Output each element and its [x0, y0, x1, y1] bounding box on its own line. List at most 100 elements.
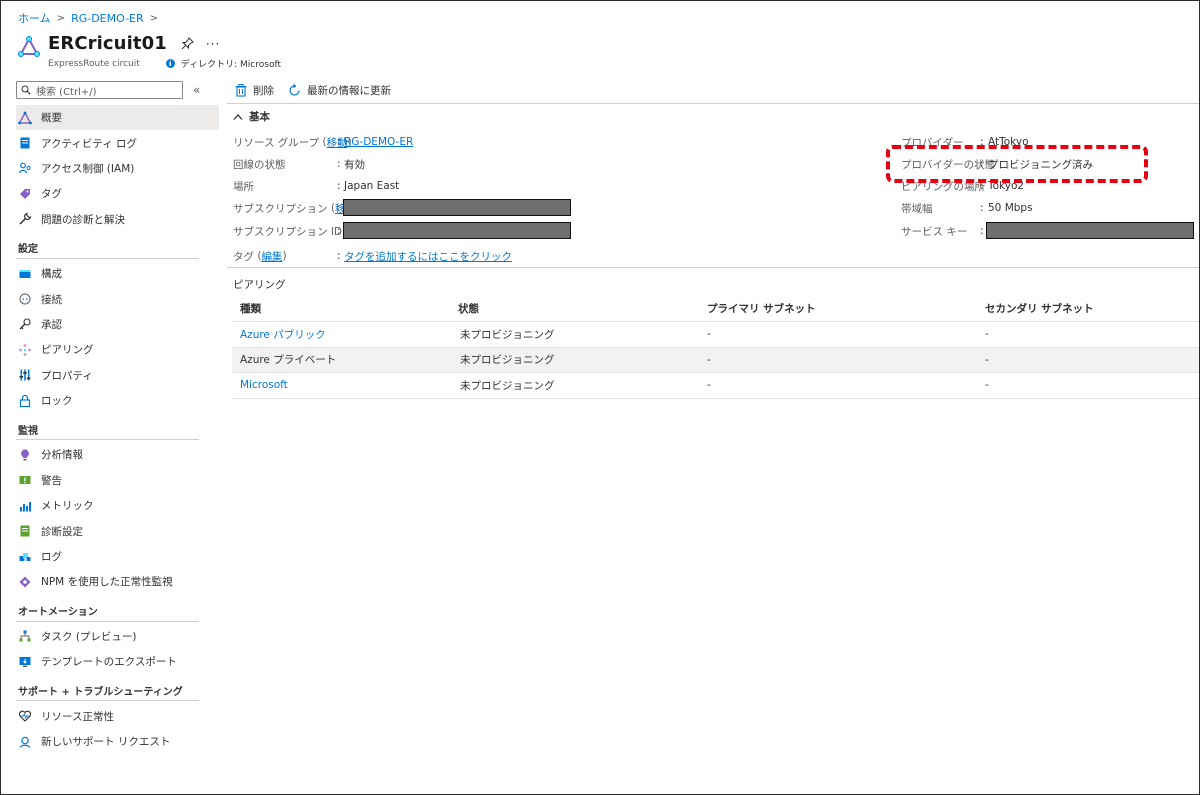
directory-info: i ディレクトリ: Microsoft [165, 57, 281, 70]
sidebar-item-authorizations[interactable]: 承認 [16, 312, 216, 337]
colon: : [980, 202, 984, 214]
sidebar-item-label: 警告 [41, 474, 62, 487]
peering-status: 未プロビジョニング [460, 354, 555, 367]
colon: : [980, 225, 984, 237]
collapse-sidebar-icon[interactable]: « [193, 83, 200, 97]
sidebar-item-label: 承認 [41, 318, 62, 331]
tags-row: タグ (編集) : タグを追加するにはここをクリック [233, 249, 512, 264]
delete-button[interactable]: 削除 [235, 83, 274, 98]
breadcrumb-separator: > [149, 12, 159, 24]
sidebar-item-properties[interactable]: プロパティ [16, 363, 216, 388]
colon: : [337, 202, 341, 214]
sidebar-item-overview[interactable]: 概要 [16, 105, 219, 131]
search-icon [21, 85, 31, 95]
peering-type-link[interactable]: Azure プライベート [240, 348, 336, 373]
peering-title: ピアリング [233, 279, 286, 291]
breadcrumb: ホーム > RG-DEMO-ER > [18, 10, 158, 26]
column-header-type[interactable]: 種類 [240, 295, 261, 321]
subscription-label: サブスクリプション [233, 202, 328, 215]
command-divider [227, 103, 1199, 104]
wrench-icon [19, 213, 32, 225]
tags-edit-link[interactable]: 編集 [261, 249, 282, 264]
column-header-status[interactable]: 状態 [458, 295, 479, 321]
sidebar-item-insights[interactable]: 分析情報 [16, 442, 216, 467]
sidebar-item-configuration[interactable]: 構成 [16, 261, 216, 286]
sidebar-item-label: タスク (プレビュー) [41, 630, 137, 643]
sidebar-item-label: タグ [41, 188, 62, 201]
properties-icon [19, 369, 31, 381]
sidebar-item-label: 構成 [41, 268, 62, 281]
location-value: Japan East [344, 180, 400, 192]
peering-type-link[interactable]: Microsoft [240, 373, 288, 398]
sidebar-item-label: 接続 [41, 293, 62, 306]
metrics-icon [20, 501, 31, 512]
breadcrumb-resource-group[interactable]: RG-DEMO-ER [71, 12, 144, 25]
sidebar-item-tasks[interactable]: タスク (プレビュー) [16, 624, 216, 649]
essentials-toggle[interactable]: 基本 [233, 109, 270, 124]
refresh-button[interactable]: 最新の情報に更新 [288, 83, 391, 98]
sidebar-item-logs[interactable]: ログ [16, 544, 216, 569]
peering-secondary-subnet: - [985, 353, 989, 366]
section-settings: 設定 [16, 238, 199, 259]
bandwidth-row: 帯域幅 : 50 Mbps [901, 201, 1033, 215]
table-row[interactable]: Azure パブリック 未プロビジョニング - - [232, 322, 1199, 348]
essentials-divider [227, 267, 1199, 268]
search-input[interactable]: 検索 (Ctrl+/) [16, 81, 183, 99]
sidebar-item-label: ピアリング [41, 344, 94, 357]
subscription-id-label: サブスクリプション ID [233, 225, 343, 238]
breadcrumb-home[interactable]: ホーム [18, 10, 51, 26]
sidebar-item-support-request[interactable]: 新しいサポート リクエスト [16, 729, 216, 754]
table-row[interactable]: Microsoft 未プロビジョニング - - [232, 373, 1199, 399]
pin-icon[interactable] [181, 37, 194, 50]
page-title: ERCricuit01 [48, 33, 167, 54]
sidebar-item-alerts[interactable]: 警告 [16, 468, 216, 493]
directory-label: ディレクトリ: Microsoft [180, 60, 281, 70]
tags-label: タグ [233, 250, 254, 263]
section-monitoring: 監視 [16, 419, 199, 441]
sidebar-item-iam[interactable]: アクセス制御 (IAM) [16, 156, 216, 181]
essentials-left: リソース グループ (移動) : RG-DEMO-ER 回線の状態 : 有効 場… [233, 134, 593, 264]
bandwidth-label: 帯域幅 [901, 202, 933, 215]
command-bar: 削除 最新の情報に更新 [235, 81, 391, 99]
column-header-primary-subnet[interactable]: プライマリ サブネット [707, 295, 816, 321]
bandwidth-value: 50 Mbps [988, 202, 1033, 214]
peering-type-link[interactable]: Azure パブリック [240, 322, 326, 347]
sidebar-item-peerings[interactable]: ピアリング [16, 337, 216, 362]
sidebar-item-locks[interactable]: ロック [16, 388, 216, 413]
sidebar-item-activity-log[interactable]: アクティビティ ログ [16, 130, 216, 155]
circuit-status-row: 回線の状態 : 有効 [233, 157, 365, 171]
sidebar-item-label: アクティビティ ログ [41, 137, 138, 150]
sidebar-item-metrics[interactable]: メトリック [16, 493, 216, 518]
tag-icon [20, 188, 30, 199]
colon: : [337, 250, 341, 262]
section-automation: オートメーション [16, 601, 199, 622]
sidebar-item-tags[interactable]: タグ [16, 181, 216, 206]
activity-log-icon [20, 137, 30, 149]
service-key-row: サービス キー : [901, 222, 1194, 239]
sidebar-search-row: 検索 (Ctrl+/) « [16, 81, 216, 99]
breadcrumb-separator: > [56, 12, 66, 24]
more-options-icon[interactable]: ··· [206, 37, 220, 51]
sidebar-item-export-template[interactable]: テンプレートのエクスポート [16, 649, 216, 674]
table-row[interactable]: Azure プライベート 未プロビジョニング - - [232, 347, 1199, 373]
sidebar-item-label: ログ [41, 551, 62, 564]
resource-group-label: リソース グループ [233, 136, 320, 149]
sidebar-item-resource-health[interactable]: リソース正常性 [16, 703, 216, 728]
subscription-id-row: サブスクリプション ID : [233, 222, 571, 239]
expressroute-circuit-icon [18, 36, 40, 57]
location-label: 場所 [233, 180, 254, 193]
column-header-secondary-subnet[interactable]: セカンダリ サブネット [985, 295, 1094, 321]
colon: : [337, 136, 341, 148]
sidebar-item-npm[interactable]: NPM を使用した正常性監視 [16, 569, 216, 594]
colon: : [337, 225, 341, 237]
sidebar-item-diagnose[interactable]: 問題の診断と解決 [16, 207, 216, 232]
resource-type: ExpressRoute circuit [48, 58, 140, 69]
triangle-icon [18, 111, 32, 125]
sidebar-item-connections[interactable]: 接続 [16, 286, 216, 311]
sidebar-item-diagnostic-settings[interactable]: 診断設定 [16, 518, 216, 543]
resource-group-value-link[interactable]: RG-DEMO-ER [344, 136, 413, 148]
resource-health-icon [18, 710, 32, 722]
sidebar-item-label: リソース正常性 [41, 710, 114, 723]
add-tags-link[interactable]: タグを追加するにはここをクリック [344, 249, 512, 264]
export-template-icon [19, 656, 31, 667]
